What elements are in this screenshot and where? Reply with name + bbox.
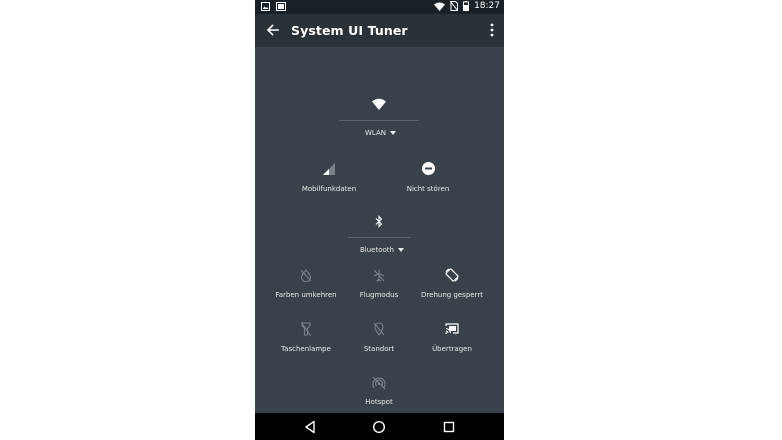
app-bar: System UI Tuner <box>255 14 504 47</box>
navigation-bar <box>255 413 504 440</box>
home-circle-icon[interactable] <box>371 419 387 435</box>
more-options-icon[interactable] <box>486 21 498 39</box>
chevron-down-icon <box>397 248 404 252</box>
flashlight-icon <box>301 322 311 336</box>
bluetooth-label: Bluetooth <box>360 246 394 254</box>
status-bar: 18:27 <box>255 0 504 14</box>
phone-screen: 18:27 System UI Tuner WLAN Mobilfunkdate… <box>255 0 504 440</box>
image-notification-icon <box>261 2 270 11</box>
bluetooth-dropdown[interactable]: Bluetooth <box>360 246 404 254</box>
invert-colors-icon <box>300 269 312 282</box>
wlan-divider <box>339 120 419 121</box>
wifi-icon <box>372 98 386 110</box>
do-not-disturb-icon <box>422 162 435 175</box>
tile-cast[interactable]: Übertragen <box>408 320 496 360</box>
wlan-label: WLAN <box>365 129 387 137</box>
tile-mobile-data-label: Mobilfunkdaten <box>301 185 357 193</box>
tile-rotation-lock-label: Drehung gesperrt <box>421 291 483 299</box>
tile-do-not-disturb-label: Nicht stören <box>406 185 450 193</box>
screenshot-notification-icon <box>276 2 286 11</box>
hotspot-icon <box>372 376 386 390</box>
back-arrow-icon[interactable] <box>263 20 283 40</box>
page-title: System UI Tuner <box>291 23 408 38</box>
wifi-icon <box>434 2 446 11</box>
back-triangle-icon[interactable] <box>302 419 318 435</box>
rotation-lock-icon <box>445 268 459 282</box>
tile-hotspot[interactable]: Hotspot <box>335 374 423 414</box>
tile-bluetooth[interactable] <box>349 213 409 233</box>
no-sim-icon <box>450 1 459 11</box>
cast-icon <box>445 323 459 334</box>
chevron-down-icon <box>390 131 397 135</box>
airplane-icon <box>373 269 385 282</box>
location-off-icon <box>373 322 385 336</box>
tile-hotspot-label: Hotspot <box>365 398 393 406</box>
tile-rotation-lock[interactable]: Drehung gesperrt <box>408 266 496 306</box>
wlan-dropdown[interactable]: WLAN <box>365 129 397 137</box>
tile-cast-label: Übertragen <box>432 345 472 353</box>
signal-icon <box>323 163 335 175</box>
recents-square-icon[interactable] <box>441 419 457 435</box>
bluetooth-icon <box>375 215 383 228</box>
bluetooth-divider <box>348 237 411 238</box>
status-time: 18:27 <box>474 1 500 11</box>
tile-do-not-disturb[interactable]: Nicht stören <box>383 160 473 200</box>
battery-icon <box>463 1 470 11</box>
tile-mobile-data[interactable]: Mobilfunkdaten <box>284 160 374 200</box>
